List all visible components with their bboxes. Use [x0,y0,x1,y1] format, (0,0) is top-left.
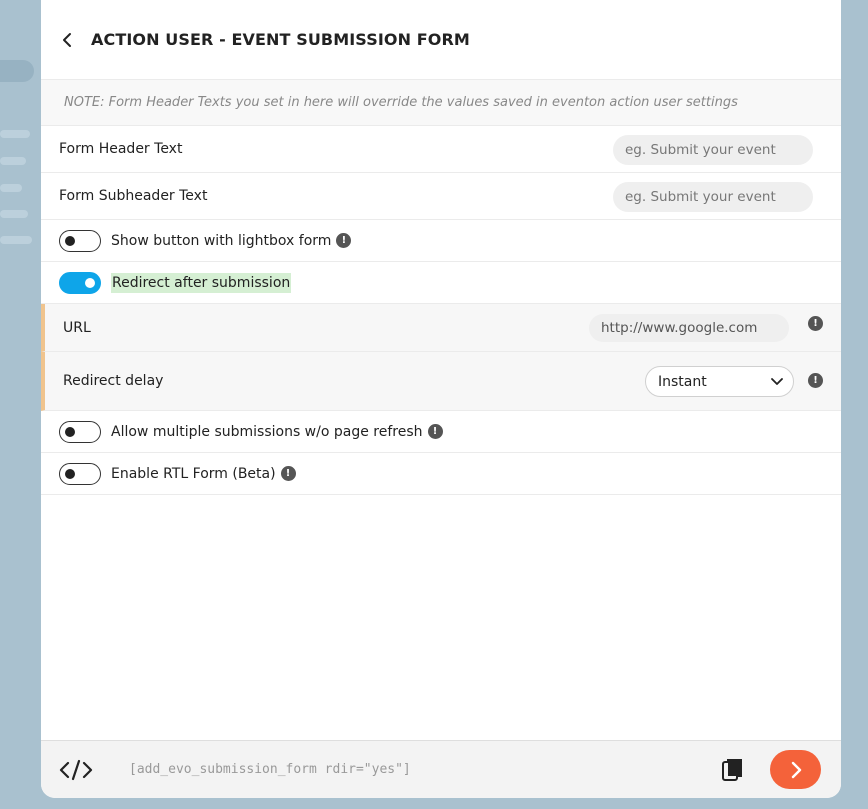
background-line [0,184,22,192]
redirect-row: Redirect after submission [41,262,841,304]
form-header-label: Form Header Text [59,141,183,157]
redirect-toggle[interactable] [59,271,101,294]
redirect-label: Redirect after submission [111,272,292,293]
page-title: ACTION USER - EVENT SUBMISSION FORM [91,30,470,49]
form-header-input[interactable] [613,135,813,165]
toggle-knob [65,426,75,437]
multiple-submissions-row: Allow multiple submissions w/o page refr… [41,411,841,453]
background-line [0,236,32,244]
back-button[interactable] [55,28,79,52]
redirect-delay-label: Redirect delay [63,373,164,389]
chevron-right-icon [791,761,801,778]
toggle-knob [65,468,75,479]
rtl-toggle[interactable] [59,462,101,485]
chevron-down-icon [771,377,783,385]
settings-note: NOTE: Form Header Texts you set in here … [41,80,841,126]
background-line [0,210,28,218]
info-icon[interactable]: ! [808,316,823,331]
redirect-delay-row: Redirect delay Instant ! [41,352,841,411]
info-icon[interactable]: ! [280,466,296,481]
multiple-submissions-label: Allow multiple submissions w/o page refr… [111,423,423,440]
rtl-label: Enable RTL Form (Beta) [111,465,276,482]
chevron-left-icon [63,32,71,47]
lightbox-label: Show button with lightbox form [111,232,332,249]
toggle-knob [65,235,75,246]
submission-form-modal: ACTION USER - EVENT SUBMISSION FORM NOTE… [41,0,841,798]
info-icon[interactable]: ! [427,424,443,439]
multiple-submissions-toggle[interactable] [59,420,101,443]
copy-icon[interactable] [719,756,747,784]
shortcode-text[interactable]: [add_evo_submission_form rdir="yes"] [129,762,719,777]
rtl-row: Enable RTL Form (Beta) ! [41,453,841,495]
redirect-delay-value: Instant [658,373,707,390]
code-icon [59,755,93,785]
url-input[interactable] [589,314,789,342]
form-subheader-row: Form Subheader Text [41,173,841,220]
modal-footer: [add_evo_submission_form rdir="yes"] [41,740,841,798]
info-icon[interactable]: ! [808,373,823,388]
modal-header: ACTION USER - EVENT SUBMISSION FORM [41,0,841,80]
url-label: URL [63,319,91,336]
background-line [0,157,26,165]
redirect-delay-select[interactable]: Instant [645,366,794,397]
form-subheader-label: Form Subheader Text [59,188,208,204]
form-header-row: Form Header Text [41,126,841,173]
background-line [0,130,30,138]
form-subheader-input[interactable] [613,182,813,212]
insert-shortcode-button[interactable] [770,750,821,789]
background-pill [0,60,34,82]
toggle-knob [85,277,95,288]
lightbox-row: Show button with lightbox form ! [41,220,841,262]
lightbox-toggle[interactable] [59,229,101,252]
info-icon[interactable]: ! [336,233,352,248]
redirect-url-row: URL ! [41,304,841,352]
